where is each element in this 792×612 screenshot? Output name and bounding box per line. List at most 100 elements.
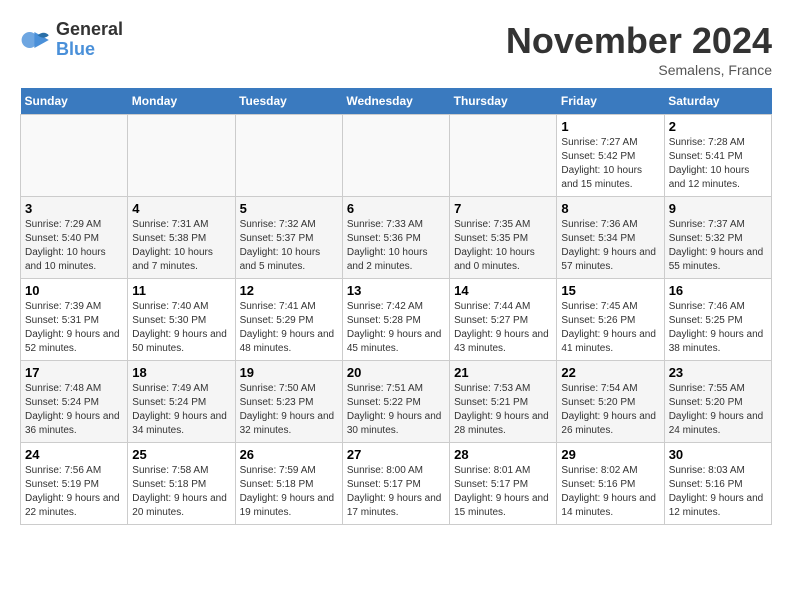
day-info: Sunrise: 7:59 AM Sunset: 5:18 PM Dayligh… bbox=[240, 464, 338, 520]
calendar-cell: 24 Sunrise: 7:56 AM Sunset: 5:19 PM Dayli… bbox=[21, 443, 128, 525]
month-title: November 2024 bbox=[506, 20, 772, 62]
week-row-3: 10Sunrise: 7:39 AM Sunset: 5:31 PM Dayli… bbox=[21, 279, 772, 361]
calendar-cell: 3 Sunrise: 7:29 AM Sunset: 5:40 PM Daylig… bbox=[21, 197, 128, 279]
calendar-cell: 23Sunrise: 7:55 AM Sunset: 5:20 PM Dayli… bbox=[664, 361, 771, 443]
day-number: 21 bbox=[454, 365, 552, 380]
calendar-cell: 25Sunrise: 7:58 AM Sunset: 5:18 PM Dayli… bbox=[128, 443, 235, 525]
day-info: Sunrise: 7:53 AM Sunset: 5:21 PM Dayligh… bbox=[454, 382, 552, 438]
day-info: Sunrise: 7:35 AM Sunset: 5:35 PM Dayligh… bbox=[454, 218, 552, 274]
day-number: 26 bbox=[240, 447, 338, 462]
day-info: Sunrise: 7:31 AM Sunset: 5:38 PM Dayligh… bbox=[132, 218, 230, 274]
day-number: 17 bbox=[25, 365, 123, 380]
day-number: 7 bbox=[454, 201, 552, 216]
calendar-cell: 21 Sunrise: 7:53 AM Sunset: 5:21 PM Dayli… bbox=[450, 361, 557, 443]
day-info: Sunrise: 7:42 AM Sunset: 5:28 PM Dayligh… bbox=[347, 300, 445, 356]
day-info: Sunrise: 7:50 AM Sunset: 5:23 PM Dayligh… bbox=[240, 382, 338, 438]
logo-line1: General bbox=[56, 20, 123, 40]
calendar-cell: 16 Sunrise: 7:46 AM Sunset: 5:25 PM Dayli… bbox=[664, 279, 771, 361]
day-info: Sunrise: 7:40 AM Sunset: 5:30 PM Dayligh… bbox=[132, 300, 230, 356]
day-number: 10 bbox=[25, 283, 123, 298]
calendar-cell: 26 Sunrise: 7:59 AM Sunset: 5:18 PM Dayli… bbox=[235, 443, 342, 525]
calendar-cell: 17 Sunrise: 7:48 AM Sunset: 5:24 PM Dayli… bbox=[21, 361, 128, 443]
calendar-cell bbox=[450, 115, 557, 197]
calendar-cell: 20Sunrise: 7:51 AM Sunset: 5:22 PM Dayli… bbox=[342, 361, 449, 443]
location: Semalens, France bbox=[506, 62, 772, 78]
calendar-cell: 19Sunrise: 7:50 AM Sunset: 5:23 PM Dayli… bbox=[235, 361, 342, 443]
day-number: 20 bbox=[347, 365, 445, 380]
calendar-cell bbox=[21, 115, 128, 197]
weekday-header-monday: Monday bbox=[128, 88, 235, 115]
day-number: 8 bbox=[561, 201, 659, 216]
calendar-cell: 15Sunrise: 7:45 AM Sunset: 5:26 PM Dayli… bbox=[557, 279, 664, 361]
calendar-cell: 27 Sunrise: 8:00 AM Sunset: 5:17 PM Dayli… bbox=[342, 443, 449, 525]
calendar-cell: 9 Sunrise: 7:37 AM Sunset: 5:32 PM Daylig… bbox=[664, 197, 771, 279]
day-info: Sunrise: 8:02 AM Sunset: 5:16 PM Dayligh… bbox=[561, 464, 659, 520]
day-info: Sunrise: 7:32 AM Sunset: 5:37 PM Dayligh… bbox=[240, 218, 338, 274]
calendar-cell: 12Sunrise: 7:41 AM Sunset: 5:29 PM Dayli… bbox=[235, 279, 342, 361]
calendar-cell: 1Sunrise: 7:27 AM Sunset: 5:42 PM Daylig… bbox=[557, 115, 664, 197]
logo-line2: Blue bbox=[56, 40, 123, 60]
week-row-1: 1Sunrise: 7:27 AM Sunset: 5:42 PM Daylig… bbox=[21, 115, 772, 197]
weekday-header-wednesday: Wednesday bbox=[342, 88, 449, 115]
calendar-cell: 8 Sunrise: 7:36 AM Sunset: 5:34 PM Daylig… bbox=[557, 197, 664, 279]
day-number: 4 bbox=[132, 201, 230, 216]
weekday-header-row: SundayMondayTuesdayWednesdayThursdayFrid… bbox=[21, 88, 772, 115]
calendar-table: SundayMondayTuesdayWednesdayThursdayFrid… bbox=[20, 88, 772, 525]
day-number: 2 bbox=[669, 119, 767, 134]
day-number: 16 bbox=[669, 283, 767, 298]
calendar-cell: 29 Sunrise: 8:02 AM Sunset: 5:16 PM Dayli… bbox=[557, 443, 664, 525]
day-number: 27 bbox=[347, 447, 445, 462]
calendar-cell: 13 Sunrise: 7:42 AM Sunset: 5:28 PM Dayli… bbox=[342, 279, 449, 361]
day-info: Sunrise: 7:48 AM Sunset: 5:24 PM Dayligh… bbox=[25, 382, 123, 438]
day-info: Sunrise: 7:36 AM Sunset: 5:34 PM Dayligh… bbox=[561, 218, 659, 274]
day-info: Sunrise: 7:56 AM Sunset: 5:19 PM Dayligh… bbox=[25, 464, 123, 520]
day-number: 1 bbox=[561, 119, 659, 134]
calendar-cell: 6 Sunrise: 7:33 AM Sunset: 5:36 PM Daylig… bbox=[342, 197, 449, 279]
day-number: 9 bbox=[669, 201, 767, 216]
weekday-header-tuesday: Tuesday bbox=[235, 88, 342, 115]
day-info: Sunrise: 7:54 AM Sunset: 5:20 PM Dayligh… bbox=[561, 382, 659, 438]
calendar-cell: 10Sunrise: 7:39 AM Sunset: 5:31 PM Dayli… bbox=[21, 279, 128, 361]
calendar-cell: 14 Sunrise: 7:44 AM Sunset: 5:27 PM Dayli… bbox=[450, 279, 557, 361]
calendar-cell: 2 Sunrise: 7:28 AM Sunset: 5:41 PM Daylig… bbox=[664, 115, 771, 197]
day-number: 23 bbox=[669, 365, 767, 380]
calendar-cell bbox=[235, 115, 342, 197]
day-info: Sunrise: 7:44 AM Sunset: 5:27 PM Dayligh… bbox=[454, 300, 552, 356]
day-number: 6 bbox=[347, 201, 445, 216]
day-number: 15 bbox=[561, 283, 659, 298]
day-info: Sunrise: 7:28 AM Sunset: 5:41 PM Dayligh… bbox=[669, 136, 767, 192]
day-info: Sunrise: 8:00 AM Sunset: 5:17 PM Dayligh… bbox=[347, 464, 445, 520]
day-number: 18 bbox=[132, 365, 230, 380]
week-row-5: 24 Sunrise: 7:56 AM Sunset: 5:19 PM Dayli… bbox=[21, 443, 772, 525]
day-number: 11 bbox=[132, 283, 230, 298]
day-number: 29 bbox=[561, 447, 659, 462]
day-number: 30 bbox=[669, 447, 767, 462]
logo-icon bbox=[20, 24, 52, 56]
day-number: 14 bbox=[454, 283, 552, 298]
day-info: Sunrise: 7:58 AM Sunset: 5:18 PM Dayligh… bbox=[132, 464, 230, 520]
day-info: Sunrise: 7:46 AM Sunset: 5:25 PM Dayligh… bbox=[669, 300, 767, 356]
day-info: Sunrise: 7:29 AM Sunset: 5:40 PM Dayligh… bbox=[25, 218, 123, 274]
day-number: 5 bbox=[240, 201, 338, 216]
day-info: Sunrise: 7:33 AM Sunset: 5:36 PM Dayligh… bbox=[347, 218, 445, 274]
calendar-cell: 11 Sunrise: 7:40 AM Sunset: 5:30 PM Dayli… bbox=[128, 279, 235, 361]
calendar-cell: 22Sunrise: 7:54 AM Sunset: 5:20 PM Dayli… bbox=[557, 361, 664, 443]
page-header: General Blue November 2024 Semalens, Fra… bbox=[20, 20, 772, 78]
calendar-cell: 28Sunrise: 8:01 AM Sunset: 5:17 PM Dayli… bbox=[450, 443, 557, 525]
calendar-cell: 30Sunrise: 8:03 AM Sunset: 5:16 PM Dayli… bbox=[664, 443, 771, 525]
calendar-cell: 18 Sunrise: 7:49 AM Sunset: 5:24 PM Dayli… bbox=[128, 361, 235, 443]
calendar-cell bbox=[342, 115, 449, 197]
day-number: 13 bbox=[347, 283, 445, 298]
calendar-cell: 4 Sunrise: 7:31 AM Sunset: 5:38 PM Daylig… bbox=[128, 197, 235, 279]
day-info: Sunrise: 7:37 AM Sunset: 5:32 PM Dayligh… bbox=[669, 218, 767, 274]
logo: General Blue bbox=[20, 20, 123, 60]
weekday-header-friday: Friday bbox=[557, 88, 664, 115]
day-number: 24 bbox=[25, 447, 123, 462]
day-info: Sunrise: 8:01 AM Sunset: 5:17 PM Dayligh… bbox=[454, 464, 552, 520]
title-block: November 2024 Semalens, France bbox=[506, 20, 772, 78]
calendar-cell bbox=[128, 115, 235, 197]
weekday-header-saturday: Saturday bbox=[664, 88, 771, 115]
week-row-4: 17 Sunrise: 7:48 AM Sunset: 5:24 PM Dayli… bbox=[21, 361, 772, 443]
day-info: Sunrise: 7:49 AM Sunset: 5:24 PM Dayligh… bbox=[132, 382, 230, 438]
day-number: 3 bbox=[25, 201, 123, 216]
